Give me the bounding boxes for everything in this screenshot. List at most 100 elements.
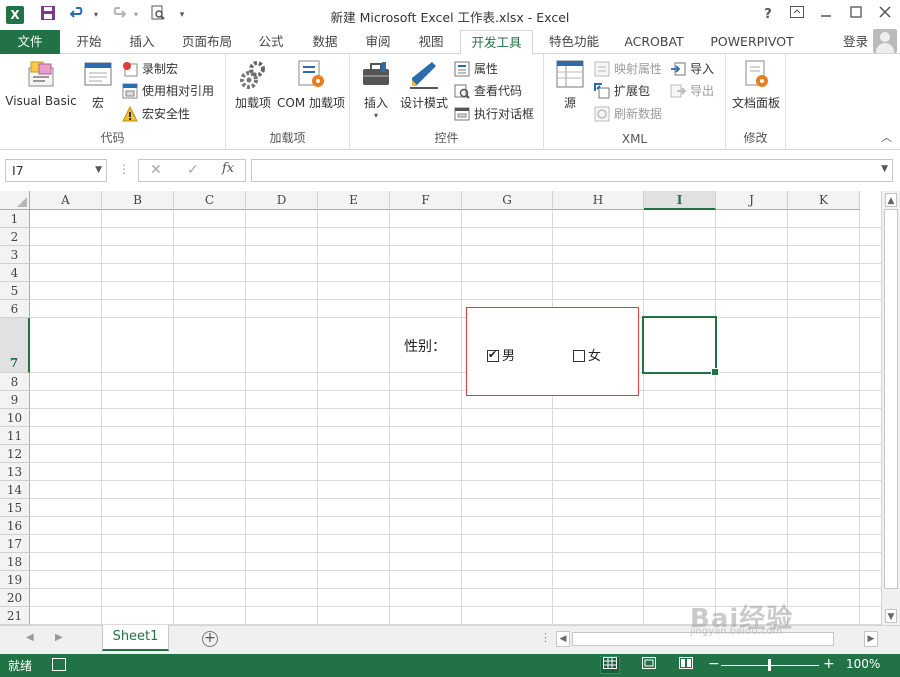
- row-header-8[interactable]: 8: [0, 373, 30, 391]
- xml-import-button[interactable]: 导入: [670, 59, 714, 79]
- login-link[interactable]: 登录: [843, 30, 868, 54]
- worksheet-grid[interactable]: ABCDEFGHIJK 1 2 3 4 5 6 7 8 9 10 11 12 13 14 15 16 17 18 1…: [0, 191, 881, 625]
- tab-insert[interactable]: 插入: [121, 30, 163, 54]
- cancel-icon[interactable]: ✕: [150, 162, 162, 178]
- save-icon[interactable]: [38, 5, 58, 25]
- xml-source-button[interactable]: 源: [552, 58, 588, 111]
- map-properties-button[interactable]: 映射属性: [594, 59, 662, 79]
- collapse-ribbon-icon[interactable]: ︿: [881, 129, 892, 145]
- design-mode-button[interactable]: 设计模式: [398, 58, 450, 111]
- excel-app-icon[interactable]: X: [6, 6, 24, 24]
- undo-icon[interactable]: [68, 5, 88, 25]
- document-panel-button[interactable]: 文档面板: [728, 58, 784, 111]
- tab-view[interactable]: 视图: [410, 30, 452, 54]
- name-box[interactable]: I7 ▼: [5, 159, 107, 182]
- page-break-view-icon[interactable]: [677, 657, 695, 673]
- select-all-button[interactable]: [0, 191, 30, 210]
- row-header-19[interactable]: 19: [0, 571, 30, 589]
- column-header-i[interactable]: I: [644, 191, 716, 210]
- row-header-9[interactable]: 9: [0, 391, 30, 409]
- addins-button[interactable]: 加载项: [230, 58, 276, 111]
- user-avatar[interactable]: [873, 29, 897, 53]
- column-header-a[interactable]: A: [30, 191, 102, 210]
- customize-icon[interactable]: ▾: [172, 5, 192, 25]
- row-header-2[interactable]: 2: [0, 228, 30, 246]
- formula-input[interactable]: ▼: [251, 159, 893, 182]
- scroll-up-icon[interactable]: ▲: [885, 193, 897, 207]
- column-header-f[interactable]: F: [390, 191, 462, 210]
- scroll-left-icon[interactable]: ◀: [556, 631, 570, 647]
- row-header-16[interactable]: 16: [0, 517, 30, 535]
- visual-basic-button[interactable]: Visual Basic: [4, 58, 78, 108]
- help-icon[interactable]: ?: [757, 4, 779, 26]
- row-header-6[interactable]: 6: [0, 300, 30, 318]
- sheet-tab-sheet1[interactable]: Sheet1: [102, 625, 169, 651]
- row-header-11[interactable]: 11: [0, 427, 30, 445]
- tab-home[interactable]: 开始: [68, 30, 110, 54]
- tab-page-layout[interactable]: 页面布局: [176, 30, 238, 54]
- column-header-d[interactable]: D: [246, 191, 318, 210]
- zoom-level[interactable]: 100%: [846, 657, 880, 671]
- column-header-b[interactable]: B: [102, 191, 174, 210]
- expansion-packs-button[interactable]: 扩展包: [594, 81, 650, 101]
- row-header-17[interactable]: 17: [0, 535, 30, 553]
- tab-file[interactable]: 文件: [0, 30, 60, 54]
- macros-button[interactable]: 宏: [80, 58, 116, 111]
- tab-special-features[interactable]: 特色功能: [543, 30, 605, 54]
- record-macro-button[interactable]: 录制宏: [122, 59, 178, 79]
- macro-security-button[interactable]: 宏安全性: [122, 104, 190, 124]
- column-header-j[interactable]: J: [716, 191, 788, 210]
- column-header-h[interactable]: H: [553, 191, 644, 210]
- tab-data[interactable]: 数据: [304, 30, 346, 54]
- redo-icon[interactable]: [108, 5, 128, 25]
- tab-powerpivot[interactable]: POWERPIVOT: [706, 30, 798, 54]
- close-icon[interactable]: [874, 4, 896, 26]
- column-header-g[interactable]: G: [462, 191, 553, 210]
- scroll-right-icon[interactable]: ▶: [864, 631, 878, 647]
- row-header-13[interactable]: 13: [0, 463, 30, 481]
- row-header-1[interactable]: 1: [0, 210, 30, 228]
- vertical-scroll-thumb[interactable]: [884, 209, 898, 589]
- active-cell-I7[interactable]: [642, 316, 719, 376]
- formula-bar-grip-icon[interactable]: ⋮: [118, 162, 130, 176]
- scroll-down-icon[interactable]: ▼: [885, 609, 897, 623]
- xml-export-button[interactable]: 导出: [670, 81, 714, 101]
- refresh-data-button[interactable]: 刷新数据: [594, 104, 662, 124]
- tab-acrobat[interactable]: ACROBAT: [618, 30, 690, 54]
- checkbox-male-box[interactable]: [487, 348, 499, 362]
- com-addins-button[interactable]: COM 加载项: [274, 58, 348, 111]
- horizontal-scrollbar[interactable]: ◀ ▶: [556, 631, 879, 647]
- prev-sheet-icon[interactable]: ◀: [26, 632, 34, 643]
- row-header-18[interactable]: 18: [0, 553, 30, 571]
- macro-recording-icon[interactable]: [52, 658, 66, 671]
- enter-icon[interactable]: ✓: [187, 162, 199, 178]
- print-preview-icon[interactable]: [148, 5, 168, 25]
- row-header-20[interactable]: 20: [0, 589, 30, 607]
- horizontal-scroll-thumb[interactable]: [572, 632, 834, 646]
- ribbon-display-icon[interactable]: [786, 4, 808, 26]
- insert-function-icon[interactable]: fx: [222, 161, 234, 176]
- row-header-3[interactable]: 3: [0, 246, 30, 264]
- zoom-out-icon[interactable]: −: [708, 656, 720, 672]
- checkbox-female[interactable]: 女: [573, 345, 601, 364]
- next-sheet-icon[interactable]: ▶: [55, 632, 63, 643]
- page-layout-view-icon[interactable]: [640, 657, 658, 673]
- column-header-k[interactable]: K: [788, 191, 860, 210]
- tab-developer[interactable]: 开发工具: [460, 30, 533, 55]
- redo-dropdown-icon[interactable]: ▾: [126, 5, 146, 25]
- tab-review[interactable]: 审阅: [357, 30, 399, 54]
- insert-control-button[interactable]: 插入 ▾: [356, 58, 396, 121]
- minimize-icon[interactable]: [815, 4, 837, 26]
- relative-ref-button[interactable]: 使用相对引用: [122, 81, 214, 101]
- expand-formula-icon[interactable]: ▼: [881, 164, 888, 174]
- row-header-14[interactable]: 14: [0, 481, 30, 499]
- name-box-dropdown-icon[interactable]: ▼: [95, 160, 102, 181]
- row-header-12[interactable]: 12: [0, 445, 30, 463]
- tab-split-icon[interactable]: ⋮: [540, 631, 551, 644]
- undo-dropdown-icon[interactable]: ▾: [86, 5, 106, 25]
- tab-formulas[interactable]: 公式: [250, 30, 292, 54]
- vertical-scrollbar[interactable]: ▲ ▼: [881, 191, 900, 625]
- row-header-21[interactable]: 21: [0, 607, 30, 625]
- gender-group-box[interactable]: 男 女: [466, 307, 639, 396]
- row-header-15[interactable]: 15: [0, 499, 30, 517]
